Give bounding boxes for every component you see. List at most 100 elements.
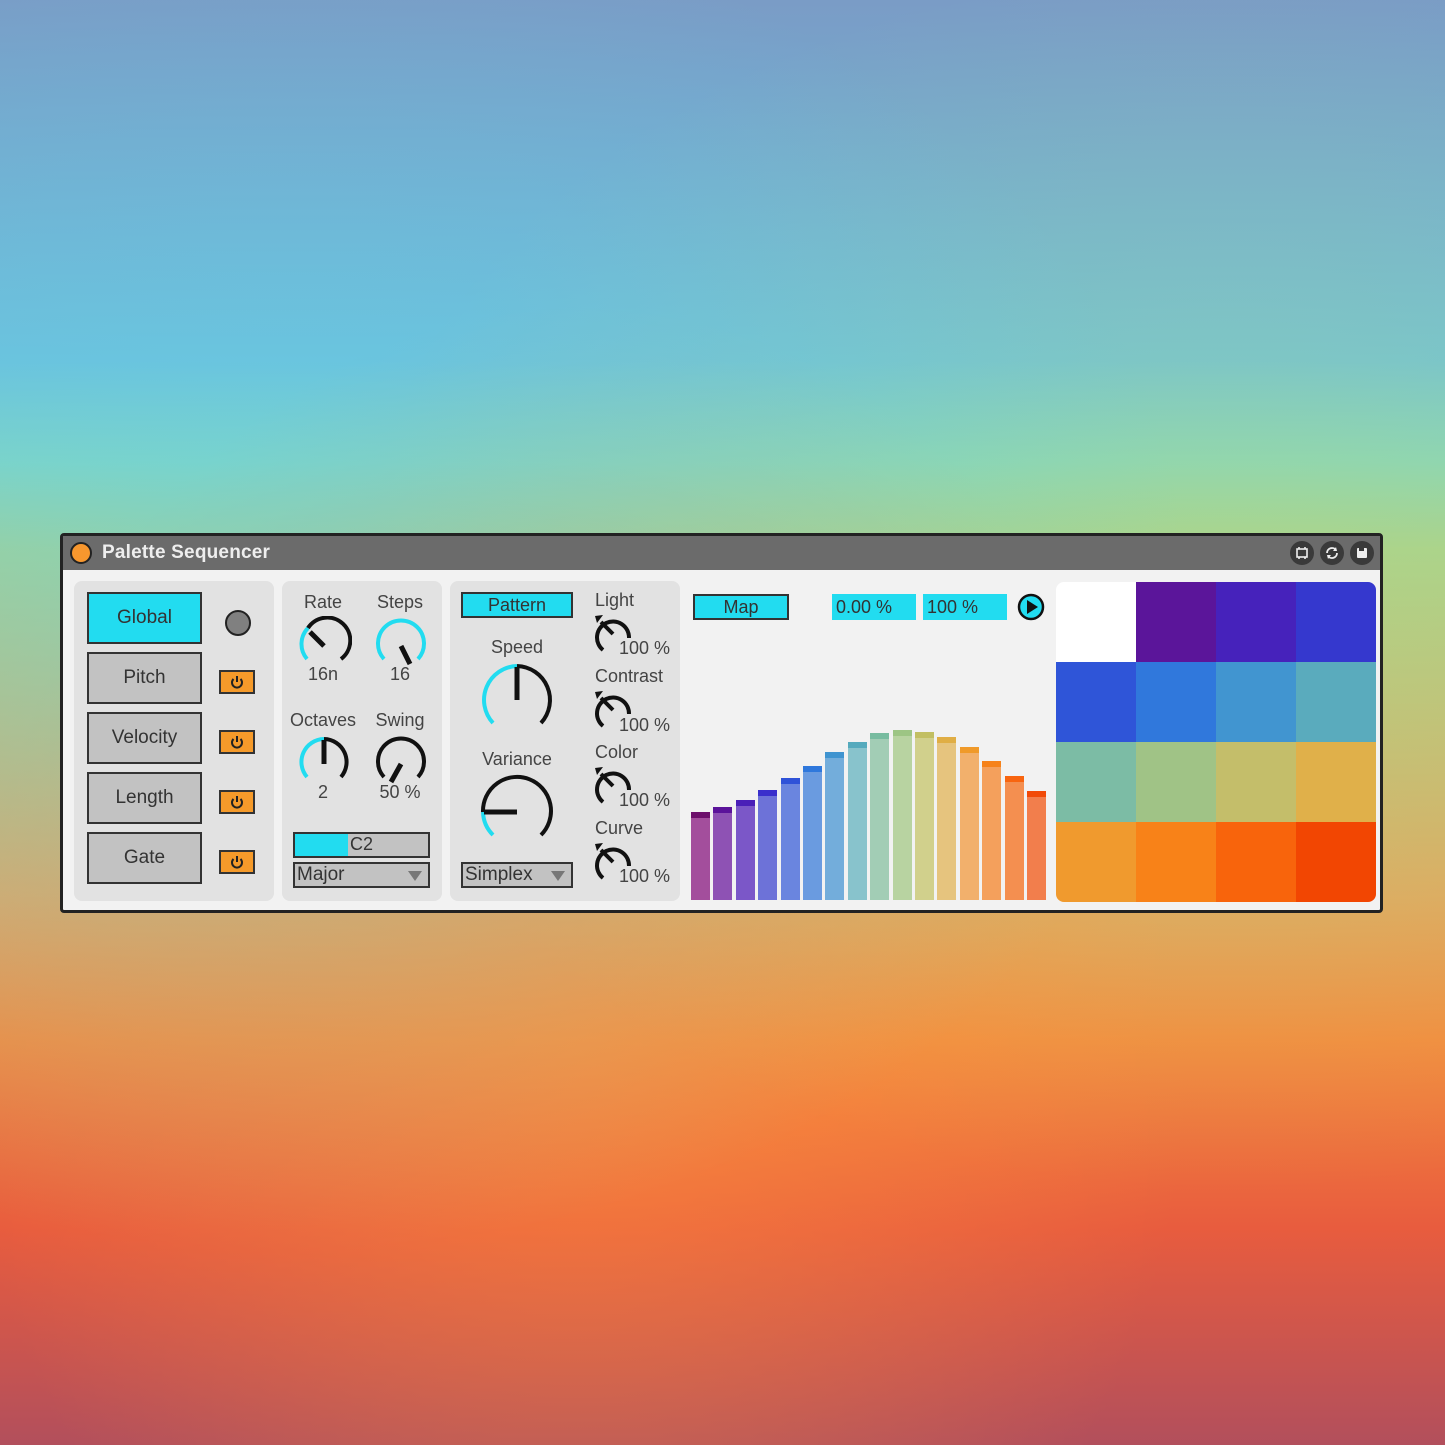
title-bar: Palette Sequencer [63, 536, 1380, 570]
map-button[interactable]: Map [693, 594, 789, 620]
tab-pitch[interactable]: Pitch [87, 652, 202, 704]
step-bar[interactable] [870, 733, 890, 900]
curve-label: Curve [595, 818, 644, 838]
palette-cell[interactable] [1296, 822, 1376, 902]
refresh-icon[interactable] [1320, 541, 1344, 565]
steps-value: 16 [389, 664, 411, 684]
step-bar-cap [1027, 791, 1046, 798]
octaves-value: 2 [317, 782, 328, 802]
light-value: 100 % [619, 638, 671, 658]
palette-cell[interactable] [1056, 742, 1136, 822]
step-bar-cap [758, 789, 778, 796]
step-bar[interactable] [713, 806, 733, 900]
light-label: Light [595, 590, 635, 610]
step-bar[interactable] [892, 730, 912, 900]
pattern-button[interactable]: Pattern [461, 592, 573, 618]
scale-value: Major [297, 864, 345, 885]
tab-gate[interactable]: Gate [87, 832, 202, 884]
pattern-panel [450, 581, 680, 901]
velocity-power-toggle[interactable] [219, 730, 255, 754]
step-bar[interactable] [1004, 775, 1024, 900]
step-bar[interactable] [691, 811, 710, 900]
step-bar[interactable] [937, 736, 957, 900]
save-icon[interactable] [1350, 541, 1374, 565]
palette-cell[interactable] [1056, 582, 1136, 662]
speed-knob[interactable] [479, 662, 555, 738]
palette-cell[interactable] [1216, 742, 1296, 822]
palette-cell[interactable] [1136, 822, 1216, 902]
step-bar-cap [870, 733, 890, 740]
step-bar-cap [937, 736, 957, 743]
palette-cell[interactable] [1056, 662, 1136, 742]
contrast-value: 100 % [619, 715, 671, 735]
palette-cell[interactable] [1136, 742, 1216, 822]
tab-global[interactable]: Global [87, 592, 202, 644]
root-note-slider[interactable]: C2 [293, 832, 430, 858]
tab-length[interactable]: Length [87, 772, 202, 824]
variance-label: Variance [482, 749, 552, 769]
dropdown-arrow-icon [551, 871, 565, 881]
step-bar[interactable] [847, 741, 867, 900]
step-bar-cap [892, 730, 912, 736]
palette-cell[interactable] [1136, 582, 1216, 662]
map-min-value[interactable]: 0.00 % [832, 594, 916, 620]
step-bar-cap [825, 752, 845, 759]
step-bar[interactable] [959, 747, 979, 900]
dropdown-arrow-icon [408, 871, 422, 881]
color-value: 100 % [619, 790, 671, 810]
palette-cell[interactable] [1216, 662, 1296, 742]
octaves-label: Octaves [289, 710, 357, 730]
noise-type-value: Simplex [465, 864, 533, 885]
fold-icon[interactable] [1290, 541, 1314, 565]
power-icon [231, 736, 243, 749]
step-bar-cap [847, 741, 867, 748]
steps-label: Steps [376, 592, 424, 612]
palette-cell[interactable] [1136, 662, 1216, 742]
step-bar[interactable] [825, 752, 845, 900]
pitch-power-toggle[interactable] [219, 670, 255, 694]
device-title: Palette Sequencer [102, 542, 271, 563]
step-bar-cap [1004, 775, 1024, 782]
palette-cell[interactable] [1056, 822, 1136, 902]
contrast-label: Contrast [595, 666, 664, 686]
step-bar[interactable] [915, 731, 934, 900]
step-bar-cap [780, 777, 800, 784]
power-icon [231, 796, 243, 809]
curve-value: 100 % [619, 866, 671, 886]
power-icon [231, 856, 243, 869]
palette-cell[interactable] [1216, 582, 1296, 662]
root-note-value: C2 [349, 834, 373, 854]
palette-cell[interactable] [1296, 662, 1376, 742]
device-activator-toggle[interactable] [70, 542, 92, 564]
step-bar-cap [959, 747, 979, 753]
palette-cell[interactable] [1216, 822, 1296, 902]
swing-value: 50 % [379, 782, 421, 802]
palette-cell[interactable] [1296, 742, 1376, 822]
step-bar[interactable] [735, 799, 755, 900]
step-bar-cap [915, 731, 934, 738]
step-bar[interactable] [1027, 791, 1046, 900]
global-led-indicator [225, 610, 251, 636]
gate-power-toggle[interactable] [219, 850, 255, 874]
variance-knob[interactable] [479, 774, 555, 850]
step-bar[interactable] [758, 789, 778, 900]
value-bar-graph[interactable] [691, 686, 1049, 900]
noise-type-dropdown[interactable]: Simplex [461, 862, 573, 888]
map-max-value[interactable]: 100 % [923, 594, 1007, 620]
step-bar[interactable] [803, 765, 822, 900]
tab-velocity[interactable]: Velocity [87, 712, 202, 764]
step-bar-cap [982, 760, 1002, 767]
color-label: Color [595, 742, 639, 762]
step-bar-cap [803, 765, 822, 772]
rate-label: Rate [303, 592, 343, 612]
swing-label: Swing [375, 710, 425, 730]
step-bar-cap [691, 811, 710, 818]
play-button[interactable] [1017, 593, 1045, 621]
step-bar[interactable] [982, 760, 1002, 900]
length-power-toggle[interactable] [219, 790, 255, 814]
device-window: Palette Sequencer Global Pitch Velocity … [60, 533, 1383, 913]
palette-cell[interactable] [1296, 582, 1376, 662]
scale-dropdown[interactable]: Major [293, 862, 430, 888]
step-bar-cap [735, 799, 755, 806]
step-bar[interactable] [780, 777, 800, 900]
